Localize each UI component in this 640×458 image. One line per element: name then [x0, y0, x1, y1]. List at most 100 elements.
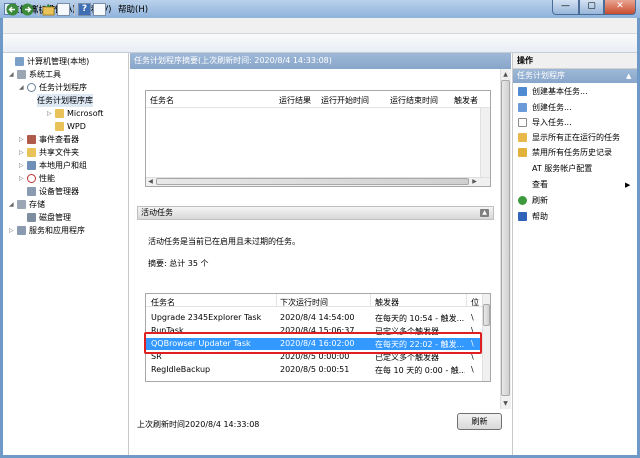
- folder-icon: [55, 122, 64, 131]
- computer-icon: [15, 57, 24, 66]
- tree-node-microsoft[interactable]: ▷ Microsoft: [47, 107, 103, 120]
- action-import-task[interactable]: 导入任务...: [518, 115, 636, 131]
- maximize-button[interactable]: ▢: [579, 0, 604, 15]
- back-arrow-icon[interactable]: [6, 3, 19, 16]
- create-task-icon: [518, 103, 527, 112]
- summary-header: 任务计划程序摘要(上次刷新时间: 2020/8/4 14:33:08): [130, 53, 511, 69]
- tree-node-storage[interactable]: ◢ 存储: [9, 198, 45, 211]
- minimize-button[interactable]: —: [552, 0, 579, 15]
- tree-label: 存储: [29, 200, 45, 209]
- collapse-triangle-icon[interactable]: ◢: [9, 198, 17, 211]
- last-refresh-time: 上次刷新时间2020/8/4 14:33:08: [137, 420, 260, 429]
- center-scroll-thumb[interactable]: [501, 80, 510, 396]
- task-name: RegIdleBackup: [151, 365, 211, 374]
- tree-label: Microsoft: [67, 109, 104, 118]
- storage-icon: [17, 200, 26, 209]
- collapse-triangle-icon[interactable]: ◢: [9, 68, 17, 81]
- tree-node-task-scheduler[interactable]: ◢ 任务计划程序: [19, 81, 87, 94]
- table-row[interactable]: Upgrade 2345Explorer Task 2020/8/4 14:54…: [146, 312, 482, 324]
- tree-node-disk-management[interactable]: 磁盘管理: [27, 211, 71, 224]
- task-location: \: [471, 313, 474, 322]
- scroll-down-icon[interactable]: ▼: [501, 399, 510, 408]
- tree-node-wpd[interactable]: WPD: [55, 120, 86, 133]
- pane-divider: [512, 53, 513, 455]
- expand-triangle-icon[interactable]: ▷: [47, 107, 55, 120]
- task-grid-vthumb[interactable]: [483, 304, 490, 326]
- col-next-run[interactable]: 下次运行时间: [280, 297, 365, 308]
- action-label: 导入任务...: [532, 118, 572, 127]
- action-help[interactable]: 帮助: [518, 209, 636, 225]
- col-run-result[interactable]: 运行结果: [279, 95, 311, 106]
- collapse-section-icon[interactable]: ▲: [480, 209, 489, 217]
- tree-node-device-manager[interactable]: 设备管理器: [27, 185, 79, 198]
- up-folder-icon[interactable]: [42, 3, 55, 16]
- action-label: 禁用所有任务历史记录: [532, 148, 612, 157]
- tree-node-services-apps[interactable]: ▷ 服务和应用程序: [9, 224, 85, 237]
- tree-label: 服务和应用程序: [29, 226, 85, 235]
- collapse-up-icon[interactable]: ▲: [626, 72, 631, 80]
- col-divider: [370, 294, 371, 307]
- import-task-icon: [518, 118, 527, 127]
- action-disable-history[interactable]: 禁用所有任务历史记录: [518, 145, 636, 161]
- menu-help[interactable]: 帮助(H): [118, 3, 148, 15]
- history-icon: [518, 148, 527, 157]
- tree-node-performance[interactable]: ▷ 性能: [19, 172, 55, 185]
- tree-label: 任务计划程序库: [37, 96, 93, 105]
- action-label: 创建基本任务...: [532, 87, 588, 96]
- col-trigger[interactable]: 触发器: [375, 297, 465, 308]
- col-task-name[interactable]: 任务名: [150, 95, 174, 106]
- col-task-name[interactable]: 任务名: [151, 297, 271, 308]
- action-at-service[interactable]: AT 服务帐户配置: [518, 161, 636, 177]
- tree-label: 本地用户和组: [39, 161, 87, 170]
- tree-node-shared-folders[interactable]: ▷ 共享文件夹: [19, 146, 79, 159]
- scroll-left-icon[interactable]: ◀: [146, 177, 155, 186]
- collapse-triangle-icon[interactable]: ◢: [19, 81, 27, 94]
- tree-node-computer-management[interactable]: 计算机管理(本地): [7, 55, 89, 68]
- show-hide-tree-icon[interactable]: [57, 3, 70, 16]
- col-run-end[interactable]: 运行结束时间: [390, 95, 438, 106]
- actions-section-task-scheduler[interactable]: 任务计划程序: [513, 69, 637, 83]
- action-show-running-tasks[interactable]: 显示所有正在运行的任务: [518, 130, 636, 146]
- running-tasks-icon: [518, 133, 527, 142]
- scroll-right-icon[interactable]: ▶: [470, 177, 479, 186]
- tree-node-task-scheduler-library[interactable]: 任务计划程序库: [37, 94, 93, 107]
- toolbar: [3, 34, 637, 53]
- table-row[interactable]: RegIdleBackup 2020/8/5 0:00:51 在每 10 天的 …: [146, 364, 482, 376]
- create-basic-task-icon: [518, 87, 527, 96]
- action-create-task[interactable]: 创建任务...: [518, 100, 636, 116]
- action-create-basic-task[interactable]: 创建基本任务...: [518, 84, 636, 100]
- toolbar-separator: [74, 3, 75, 16]
- col-run-start[interactable]: 运行开始时间: [321, 95, 369, 106]
- status-grid-hthumb[interactable]: [156, 178, 469, 185]
- task-grid-header: 任务名 下次运行时间 触发器 位: [146, 294, 482, 307]
- close-button[interactable]: ✕: [604, 0, 636, 15]
- tree-node-event-viewer[interactable]: ▷ 事件查看器: [19, 133, 79, 146]
- menu-bar: [3, 18, 637, 34]
- expand-triangle-icon[interactable]: ▷: [19, 146, 27, 159]
- at-service-icon: [518, 164, 527, 173]
- expand-triangle-icon[interactable]: ▷: [19, 133, 27, 146]
- tree-node-local-users[interactable]: ▷ 本地用户和组: [19, 159, 87, 172]
- expand-triangle-icon[interactable]: ▷: [9, 224, 17, 237]
- col-triggered-by[interactable]: 触发者: [454, 95, 478, 106]
- help-icon[interactable]: ?: [78, 3, 91, 16]
- status-grid-vscroll[interactable]: [480, 108, 490, 178]
- expand-triangle-icon[interactable]: ▷: [19, 159, 27, 172]
- performance-icon: [27, 174, 36, 183]
- forward-arrow-icon[interactable]: [21, 3, 34, 16]
- show-hide-action-pane-icon[interactable]: [93, 3, 106, 16]
- submenu-arrow-icon[interactable]: ▶: [625, 181, 630, 189]
- scroll-up-icon[interactable]: ▲: [501, 70, 510, 79]
- expand-triangle-icon[interactable]: ▷: [19, 172, 27, 185]
- tree-node-system-tools[interactable]: ◢ 系统工具: [9, 68, 61, 81]
- tree-label: 计算机管理(本地): [27, 57, 90, 66]
- col-location[interactable]: 位: [471, 297, 481, 308]
- refresh-button[interactable]: 刷新: [457, 413, 502, 430]
- action-refresh[interactable]: 刷新: [518, 193, 636, 209]
- active-tasks-header[interactable]: 活动任务: [137, 206, 494, 220]
- task-next-run: 2020/8/5 0:00:51: [280, 365, 350, 374]
- col-divider: [466, 294, 467, 307]
- highlight-box: [144, 332, 482, 354]
- action-view[interactable]: 查看: [518, 177, 636, 193]
- tree-label: 事件查看器: [39, 135, 79, 144]
